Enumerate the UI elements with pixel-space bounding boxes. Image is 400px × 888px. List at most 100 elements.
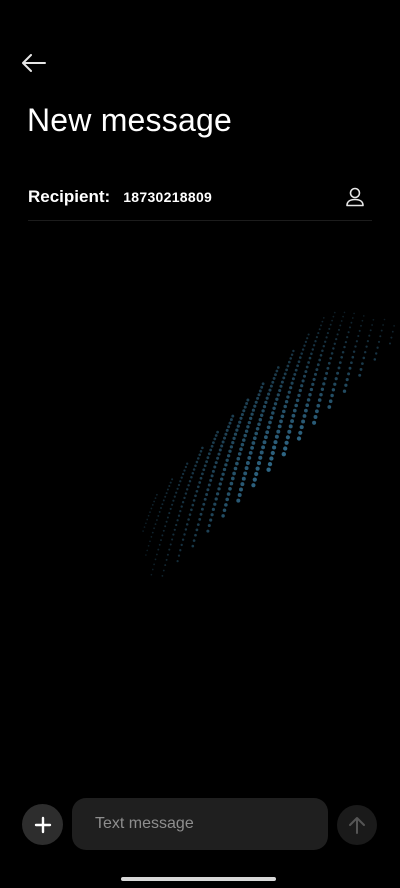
wallpaper-dot xyxy=(161,574,164,577)
wallpaper-dot xyxy=(316,363,320,367)
wallpaper-dot xyxy=(200,507,204,511)
wallpaper-dot xyxy=(164,495,167,498)
wallpaper-dot xyxy=(292,408,297,413)
wallpaper-dot xyxy=(253,404,257,408)
wallpaper-dot xyxy=(185,523,189,526)
wallpaper-dot xyxy=(221,472,225,476)
wallpaper-dot xyxy=(279,384,283,388)
recipient-number[interactable]: 18730218809 xyxy=(123,189,340,205)
wallpaper-dot xyxy=(303,344,306,347)
wallpaper-dot xyxy=(322,317,325,319)
wallpaper-dot xyxy=(154,558,157,561)
home-indicator[interactable] xyxy=(121,877,276,881)
wallpaper-dot xyxy=(311,348,315,351)
wallpaper-dot xyxy=(224,463,228,467)
wallpaper-dot xyxy=(215,492,220,496)
wallpaper-dot xyxy=(216,430,219,434)
wallpaper-dot xyxy=(235,461,239,466)
wallpaper-dot xyxy=(255,427,260,431)
wallpaper-dot xyxy=(304,340,308,344)
wallpaper-dot xyxy=(315,368,319,372)
wallpaper-dot xyxy=(183,469,186,472)
wallpaper-dot xyxy=(320,387,325,391)
wallpaper-dot xyxy=(216,456,220,460)
wallpaper-dot xyxy=(164,525,167,528)
wallpaper-dot xyxy=(269,456,274,461)
wallpaper-dot xyxy=(231,414,235,418)
wallpaper-dot xyxy=(173,528,176,531)
wallpaper-dot xyxy=(153,500,155,503)
wallpaper-dot xyxy=(222,467,227,472)
wallpaper-dot xyxy=(390,336,393,339)
wallpaper-dot xyxy=(321,349,324,353)
wallpaper-dot xyxy=(282,376,286,380)
wallpaper-dot xyxy=(196,485,200,489)
wallpaper-dot xyxy=(333,382,337,386)
wallpaper-dot xyxy=(261,409,265,413)
add-attachment-button[interactable] xyxy=(22,804,63,845)
wallpaper-dot xyxy=(354,345,357,348)
wallpaper-dot xyxy=(207,523,211,528)
wallpaper-dot xyxy=(371,324,373,326)
wallpaper-dot xyxy=(248,451,253,455)
wallpaper-dot xyxy=(282,409,286,414)
wallpaper-dot xyxy=(262,404,267,409)
wallpaper-dot xyxy=(225,458,229,462)
wallpaper-dot xyxy=(281,452,286,457)
wallpaper-dot xyxy=(330,352,334,355)
wallpaper-dot xyxy=(280,414,285,419)
wallpaper-dot xyxy=(283,404,287,409)
wallpaper-dot xyxy=(195,460,199,464)
back-button[interactable] xyxy=(14,46,54,80)
wallpaper-dot xyxy=(198,481,202,484)
wallpaper-dot xyxy=(321,320,324,323)
wallpaper-dot xyxy=(319,392,323,397)
wallpaper-dot xyxy=(299,356,302,359)
wallpaper-dot xyxy=(202,468,206,472)
wallpaper-dot xyxy=(271,380,275,384)
wallpaper-dot xyxy=(187,518,190,521)
wallpaper-dot xyxy=(145,522,147,525)
wallpaper-dot xyxy=(344,340,348,344)
wallpaper-dot xyxy=(232,471,236,476)
wallpaper-dot xyxy=(247,420,251,425)
wallpaper-dot xyxy=(380,329,383,332)
wallpaper-dot xyxy=(195,528,199,532)
text-message-input[interactable] xyxy=(72,798,328,850)
wallpaper-dot xyxy=(261,445,266,450)
wallpaper-dot xyxy=(265,396,269,400)
wallpaper-dot xyxy=(243,471,248,476)
wallpaper-dot xyxy=(172,533,175,536)
wallpaper-dot xyxy=(166,488,169,491)
wallpaper-dot xyxy=(239,416,243,420)
wallpaper-dot xyxy=(150,536,153,538)
wallpaper-dot xyxy=(290,353,294,356)
recipient-label: Recipient: xyxy=(28,187,111,206)
wallpaper-dot xyxy=(226,492,231,496)
wallpaper-dot xyxy=(393,325,395,327)
wallpaper-dot xyxy=(254,431,259,436)
wallpaper-dot xyxy=(207,483,211,487)
wallpaper-dot xyxy=(312,344,316,347)
contact-picker-button[interactable] xyxy=(340,182,370,212)
wallpaper-dot xyxy=(296,436,302,441)
wallpaper-dot xyxy=(246,398,250,402)
wallpaper-dot xyxy=(236,424,240,428)
wallpaper-dot xyxy=(160,539,162,542)
wallpaper-dot xyxy=(300,352,303,355)
send-button[interactable] xyxy=(337,805,377,845)
wallpaper-dot xyxy=(362,315,365,317)
wallpaper-dot xyxy=(221,514,225,518)
wallpaper-dot xyxy=(249,416,253,421)
wallpaper-dot xyxy=(287,360,291,364)
wallpaper-dot xyxy=(303,374,306,378)
wallpaper-dot xyxy=(231,440,235,445)
wallpaper-dot xyxy=(198,517,202,521)
wallpaper-dot xyxy=(165,492,168,495)
wallpaper-dot xyxy=(205,460,208,464)
wallpaper-dot xyxy=(180,476,183,479)
wallpaper-dot xyxy=(348,366,352,370)
wallpaper-dot xyxy=(377,340,381,343)
plus-icon xyxy=(34,816,51,833)
wallpaper-dot xyxy=(337,366,341,370)
